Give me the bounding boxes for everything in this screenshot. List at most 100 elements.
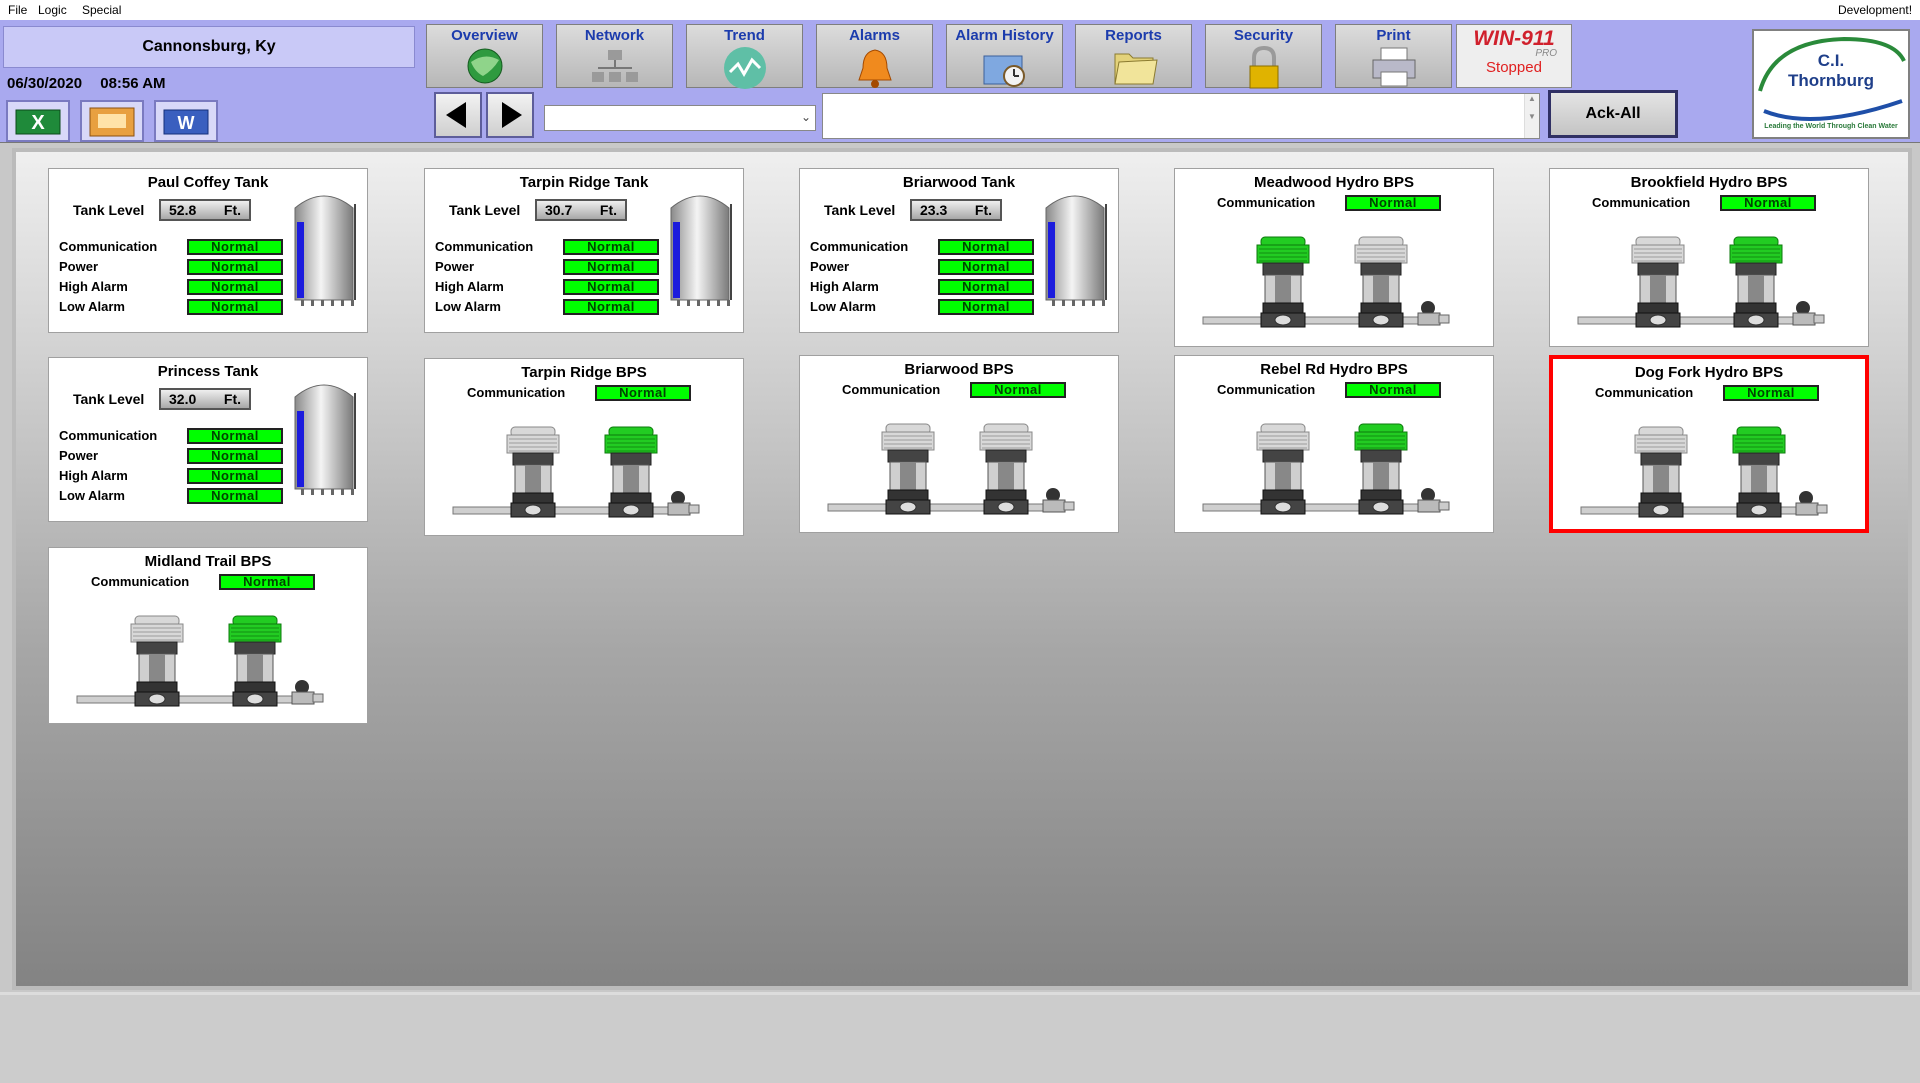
- tank-level-label: Tank Level: [73, 391, 145, 407]
- pump-icon: [1631, 236, 1685, 328]
- station-name: Tarpin Ridge BPS: [521, 364, 647, 381]
- station-name: Brookfield Hydro BPS: [1630, 174, 1788, 191]
- nav-trend-button[interactable]: Trend: [686, 24, 803, 89]
- communication-status-badge: Normal: [1723, 385, 1819, 401]
- nav-security-label: Security: [1233, 27, 1294, 44]
- svg-text:W: W: [178, 113, 195, 133]
- low-alarm-status-badge: Normal: [187, 488, 283, 504]
- nav-network-button[interactable]: Network: [556, 24, 673, 88]
- tank-card[interactable]: Briarwood Tank Tank Level 23.3 Ft. Communica…: [799, 168, 1119, 333]
- high-alarm-status-badge: Normal: [938, 279, 1034, 295]
- forward-arrow-button[interactable]: [486, 92, 534, 138]
- high-alarm-status-badge: Normal: [187, 468, 283, 484]
- tank-level-unit: Ft.: [974, 202, 992, 218]
- pump-station-card[interactable]: Dog Fork Hydro BPS Communication Normal: [1549, 355, 1869, 533]
- pump-icon: [881, 423, 935, 515]
- nav-reports-label: Reports: [1105, 27, 1162, 44]
- export-presentation-button[interactable]: [80, 100, 144, 142]
- tank-level-value: 30.7: [545, 202, 573, 218]
- menu-special[interactable]: Special: [82, 3, 121, 17]
- pump-station-card[interactable]: Brookfield Hydro BPS Communication Normal: [1549, 168, 1869, 347]
- pump-icon: [1634, 426, 1688, 518]
- location-title: Cannonsburg, Ky: [3, 26, 415, 68]
- pump-assembly-icon: [1202, 236, 1450, 328]
- high-alarm-label: High Alarm: [435, 279, 504, 294]
- logo-line1: C.I.: [1817, 51, 1845, 70]
- water-tank-icon: [294, 195, 356, 306]
- export-word-button[interactable]: W: [154, 100, 218, 142]
- station-name: Rebel Rd Hydro BPS: [1260, 361, 1408, 378]
- pump-station-card[interactable]: Briarwood BPS Communication Normal: [799, 355, 1119, 533]
- tank-level-value: 32.0: [169, 391, 197, 407]
- communication-status-badge: Normal: [1345, 195, 1441, 211]
- water-tank-icon: [294, 384, 356, 495]
- communication-status-badge: Normal: [219, 574, 315, 590]
- pump-assembly-icon: [76, 615, 324, 707]
- pump-station-card[interactable]: Tarpin Ridge BPS Communication Normal: [424, 358, 744, 536]
- tank-level-label: Tank Level: [73, 202, 145, 218]
- station-name: Dog Fork Hydro BPS: [1634, 364, 1784, 381]
- win911-status-panel[interactable]: WIN-911 PRO Stopped: [1456, 24, 1572, 88]
- pump-icon: [1256, 236, 1310, 328]
- alarm-message-box[interactable]: ▲ ▼: [822, 93, 1540, 139]
- network-icon: [591, 50, 638, 82]
- nav-alarm-history-label: Alarm History: [955, 27, 1054, 44]
- date-time: 06/30/2020 08:56 AM: [7, 75, 180, 92]
- bell-icon: [857, 49, 892, 88]
- current-date: 06/30/2020: [7, 75, 83, 92]
- tank-fill-bar: [673, 222, 680, 298]
- right-arrow-icon: [502, 102, 522, 128]
- power-label: Power: [810, 259, 850, 274]
- nav-alarm-history-button[interactable]: Alarm History: [946, 24, 1063, 88]
- tank-fill-bar: [297, 222, 304, 298]
- communication-label: Communication: [435, 239, 534, 254]
- menu-file[interactable]: File: [8, 3, 27, 17]
- low-alarm-label: Low Alarm: [59, 488, 125, 503]
- high-alarm-label: High Alarm: [59, 468, 128, 483]
- ack-all-button[interactable]: Ack-All: [1548, 90, 1678, 138]
- low-alarm-status-badge: Normal: [187, 299, 283, 315]
- nav-alarms-button[interactable]: Alarms: [816, 24, 933, 88]
- nav-security-button[interactable]: Security: [1205, 24, 1322, 89]
- alarm-box-scrollbar[interactable]: ▲ ▼: [1524, 94, 1539, 138]
- communication-label: Communication: [1592, 195, 1691, 210]
- tank-level-display: 23.3 Ft.: [910, 199, 1002, 221]
- pump-station-card[interactable]: Rebel Rd Hydro BPS Communication Normal: [1174, 355, 1494, 533]
- globe-icon: [467, 48, 502, 84]
- tank-level-label: Tank Level: [824, 202, 896, 218]
- power-status-badge: Normal: [938, 259, 1034, 275]
- svg-text:X: X: [31, 112, 45, 134]
- tank-level-unit: Ft.: [223, 202, 241, 218]
- nav-alarms-label: Alarms: [849, 27, 900, 44]
- nav-overview-button[interactable]: Overview: [426, 24, 543, 88]
- pump-icon: [1354, 423, 1408, 515]
- pump-icon: [979, 423, 1033, 515]
- station-name: Briarwood BPS: [904, 361, 1014, 378]
- export-excel-button[interactable]: X: [6, 100, 70, 142]
- screen-select-dropdown[interactable]: ⌄: [544, 105, 816, 131]
- nav-print-button[interactable]: Print: [1335, 24, 1452, 88]
- tank-card[interactable]: Paul Coffey Tank Tank Level 52.8 Ft. Communi…: [48, 168, 368, 333]
- clock-folder-icon: [983, 55, 1025, 87]
- back-arrow-button[interactable]: [434, 92, 482, 138]
- communication-label: Communication: [1595, 385, 1694, 400]
- tank-card[interactable]: Tarpin Ridge Tank Tank Level 30.7 Ft. Commun…: [424, 168, 744, 333]
- communication-label: Communication: [91, 574, 190, 589]
- tank-fill-bar: [1048, 222, 1055, 298]
- pump-assembly-icon: [1577, 236, 1825, 328]
- power-status-badge: Normal: [187, 259, 283, 275]
- communication-status-badge: Normal: [938, 239, 1034, 255]
- low-alarm-status-badge: Normal: [563, 299, 659, 315]
- high-alarm-label: High Alarm: [810, 279, 879, 294]
- power-status-badge: Normal: [563, 259, 659, 275]
- menu-logic[interactable]: Logic: [38, 3, 67, 17]
- pump-station-card[interactable]: Meadwood Hydro BPS Communication Normal: [1174, 168, 1494, 347]
- pump-icon: [130, 615, 184, 707]
- nav-reports-button[interactable]: Reports: [1075, 24, 1192, 88]
- nav-print-label: Print: [1376, 27, 1411, 44]
- pump-station-card[interactable]: Midland Trail BPS Communication Normal: [48, 547, 368, 724]
- power-label: Power: [59, 448, 99, 463]
- communication-label: Communication: [59, 239, 158, 254]
- tank-card[interactable]: Princess Tank Tank Level 32.0 Ft. Communicat…: [48, 357, 368, 522]
- pump-icon: [1256, 423, 1310, 515]
